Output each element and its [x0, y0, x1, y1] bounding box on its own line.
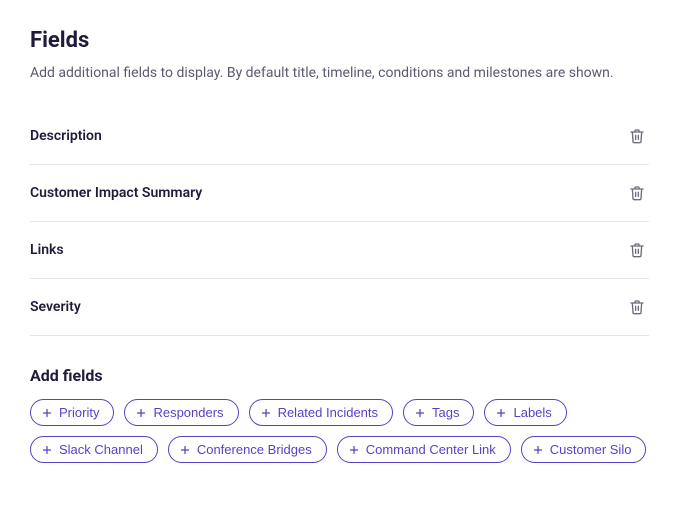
plus-icon — [260, 407, 272, 419]
field-label: Description — [30, 128, 102, 144]
pill-label: Customer Silo — [550, 443, 632, 456]
field-row: Description — [30, 108, 649, 165]
add-field-tags[interactable]: Tags — [403, 399, 474, 426]
field-row: Customer Impact Summary — [30, 165, 649, 222]
add-field-labels[interactable]: Labels — [484, 399, 566, 426]
plus-icon — [495, 407, 507, 419]
plus-icon — [41, 407, 53, 419]
field-label: Links — [30, 242, 64, 258]
trash-icon — [629, 185, 645, 201]
delete-button[interactable] — [625, 181, 649, 205]
delete-button[interactable] — [625, 238, 649, 262]
pill-label: Command Center Link — [366, 443, 496, 456]
trash-icon — [629, 299, 645, 315]
plus-icon — [179, 444, 191, 456]
page-title: Fields — [30, 28, 649, 53]
trash-icon — [629, 128, 645, 144]
add-fields-section: Add fields Priority Responders Related I… — [30, 366, 649, 463]
plus-icon — [532, 444, 544, 456]
pill-label: Slack Channel — [59, 443, 143, 456]
plus-icon — [348, 444, 360, 456]
pill-label: Responders — [153, 406, 223, 419]
field-row: Severity — [30, 279, 649, 336]
add-field-conference-bridges[interactable]: Conference Bridges — [168, 436, 327, 463]
field-row: Links — [30, 222, 649, 279]
pill-label: Related Incidents — [278, 406, 378, 419]
fields-list: Description Customer Impact Summary Link… — [30, 108, 649, 336]
pill-label: Labels — [513, 406, 551, 419]
add-fields-options: Priority Responders Related Incidents Ta… — [30, 399, 649, 463]
add-field-command-center-link[interactable]: Command Center Link — [337, 436, 511, 463]
trash-icon — [629, 242, 645, 258]
delete-button[interactable] — [625, 295, 649, 319]
plus-icon — [414, 407, 426, 419]
page-subtitle: Add additional fields to display. By def… — [30, 63, 649, 84]
field-label: Severity — [30, 299, 81, 315]
add-field-priority[interactable]: Priority — [30, 399, 114, 426]
add-field-customer-silo[interactable]: Customer Silo — [521, 436, 647, 463]
add-fields-title: Add fields — [30, 366, 649, 385]
delete-button[interactable] — [625, 124, 649, 148]
add-field-related-incidents[interactable]: Related Incidents — [249, 399, 393, 426]
plus-icon — [41, 444, 53, 456]
pill-label: Conference Bridges — [197, 443, 312, 456]
pill-label: Tags — [432, 406, 459, 419]
add-field-responders[interactable]: Responders — [124, 399, 238, 426]
pill-label: Priority — [59, 406, 99, 419]
plus-icon — [135, 407, 147, 419]
add-field-slack-channel[interactable]: Slack Channel — [30, 436, 158, 463]
field-label: Customer Impact Summary — [30, 185, 202, 201]
